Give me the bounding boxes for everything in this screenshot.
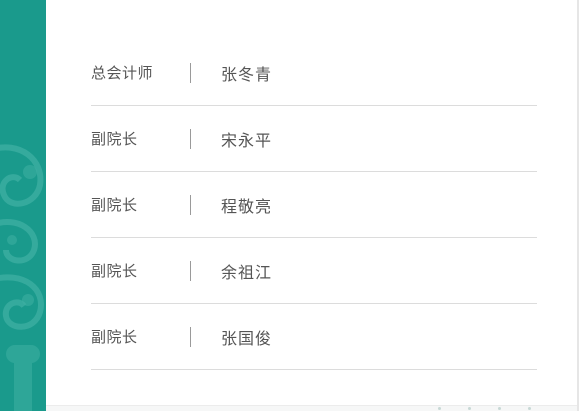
separator: [190, 128, 191, 149]
leader-role: 总会计师: [91, 64, 154, 82]
leader-role: 副院长: [91, 262, 138, 280]
decorative-side-band: [0, 0, 46, 411]
decorative-dot: [438, 407, 441, 410]
leader-role: 副院长: [91, 196, 138, 214]
leader-role: 副院长: [91, 130, 138, 148]
list-item: 总会计师 张冬青: [91, 40, 537, 106]
list-item: 副院长 张国俊: [91, 304, 537, 370]
separator: [190, 62, 191, 83]
leader-name[interactable]: 程敬亮: [221, 193, 272, 217]
cloud-pattern-icon: [0, 144, 44, 411]
decorative-dot: [528, 407, 531, 410]
separator: [190, 326, 191, 347]
leader-name[interactable]: 张冬青: [221, 61, 272, 85]
leader-list: 总会计师 张冬青 副院长 宋永平 副院长 程敬亮 副院长 余祖江 副院长 张国俊: [91, 40, 537, 370]
leadership-panel: 总会计师 张冬青 副院长 宋永平 副院长 程敬亮 副院长 余祖江 副院长 张国俊: [0, 0, 579, 411]
leader-name[interactable]: 张国俊: [221, 325, 272, 349]
leader-name[interactable]: 宋永平: [221, 127, 272, 151]
decorative-dot: [498, 407, 501, 410]
list-item: 副院长 程敬亮: [91, 172, 537, 238]
separator: [190, 194, 191, 215]
bottom-strip: [46, 405, 579, 411]
leader-name[interactable]: 余祖江: [221, 259, 272, 283]
decorative-dot: [468, 407, 471, 410]
list-item: 副院长 宋永平: [91, 106, 537, 172]
list-item: 副院长 余祖江: [91, 238, 537, 304]
leader-role: 副院长: [91, 328, 138, 346]
separator: [190, 260, 191, 281]
